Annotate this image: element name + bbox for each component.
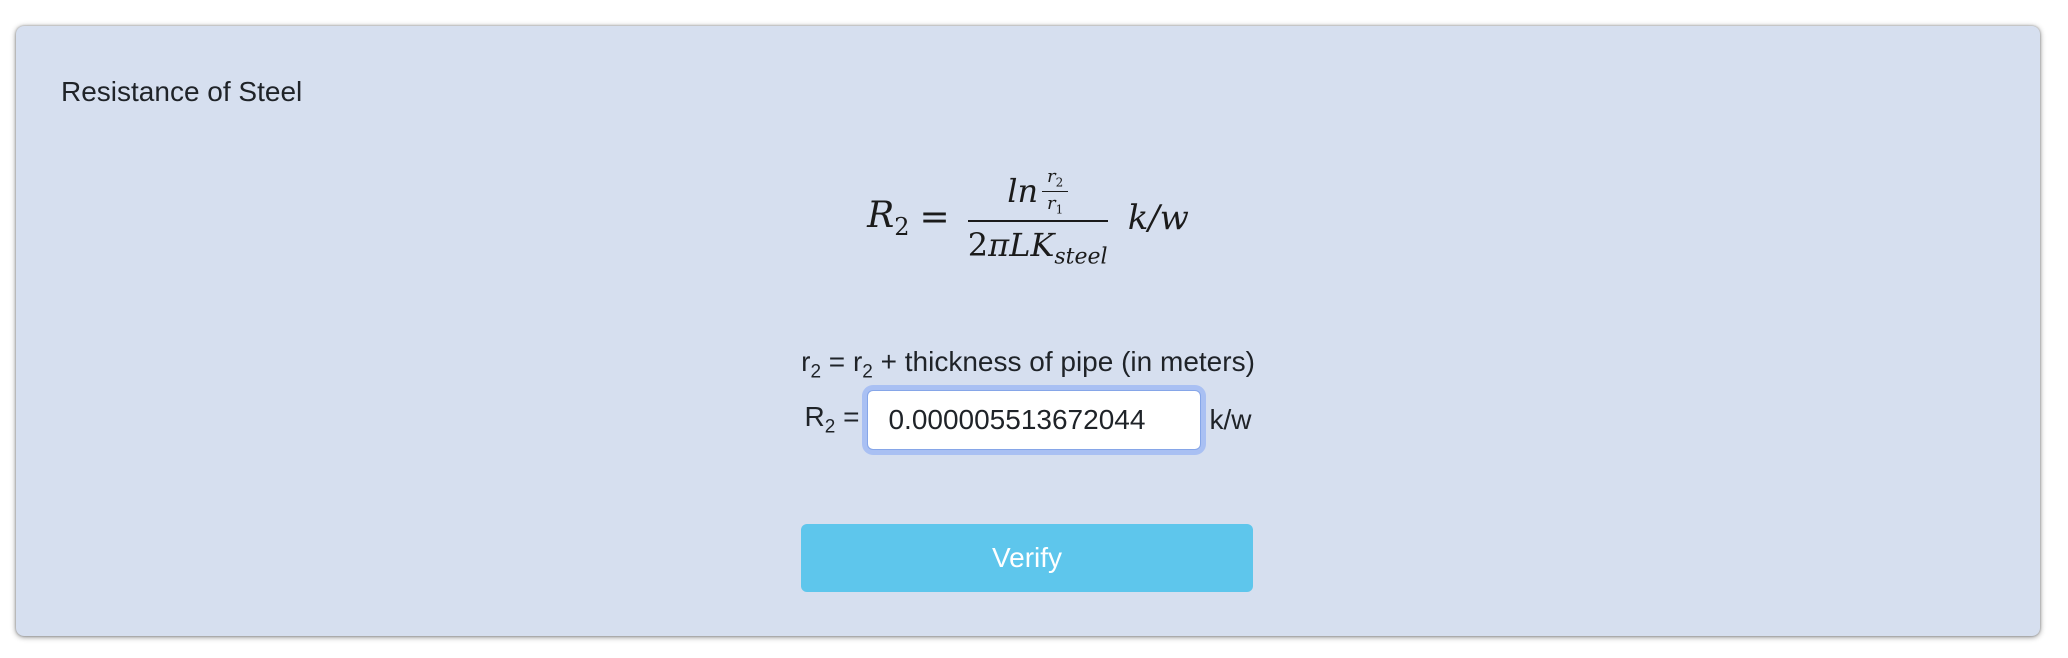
- formula-lhs: R2: [867, 195, 909, 241]
- formula-numerator: ln r2 r1: [1003, 166, 1072, 220]
- formula-ratio-bar: [1042, 190, 1069, 192]
- formula-denominator: 2πLKsteel: [968, 222, 1108, 269]
- ratio-top-var: r: [1046, 166, 1056, 187]
- formula-equals: =: [919, 197, 950, 239]
- answer-row: R2 = k/w: [16, 390, 2040, 450]
- resistance-formula: R2 = ln r2 r1 2πLKsteel k/w: [16, 166, 2040, 270]
- formula-ratio-top: r2: [1047, 166, 1063, 190]
- radius-note: r2 = r2 + thickness of pipe (in meters): [16, 346, 2040, 384]
- formula-lhs-symbol: R: [867, 194, 895, 236]
- verify-button[interactable]: Verify: [801, 524, 1253, 592]
- formula-ln: ln: [1007, 172, 1039, 211]
- den-sub: steel: [1054, 244, 1108, 270]
- formula-fraction: ln r2 r1 2πLKsteel: [967, 166, 1108, 270]
- formula-ratio-bottom: r1: [1047, 193, 1063, 217]
- answer-label: R2 =: [805, 401, 860, 439]
- note-mid: =: [821, 346, 853, 377]
- note-right-sub: 2: [862, 361, 873, 383]
- answer-input[interactable]: [867, 390, 1202, 450]
- ratio-bottom-var: r: [1046, 192, 1056, 214]
- ratio-top-sub: 2: [1055, 175, 1064, 190]
- answer-label-var: R: [804, 401, 825, 433]
- note-rest: + thickness of pipe (in meters): [872, 346, 1255, 377]
- resistance-card: Resistance of Steel R2 = ln r2 r1 2πLKst…: [16, 26, 2040, 636]
- den-body: πLK: [988, 226, 1055, 265]
- note-left-sub: 2: [810, 361, 822, 383]
- answer-label-eq: =: [835, 401, 860, 433]
- answer-label-sub: 2: [824, 416, 836, 438]
- formula-unit: k/w: [1127, 197, 1189, 238]
- den-two: 2: [967, 226, 989, 265]
- note-right-var: r: [852, 346, 863, 377]
- answer-unit: k/w: [1209, 404, 1252, 435]
- ratio-bottom-sub: 1: [1055, 202, 1064, 217]
- card-title: Resistance of Steel: [61, 76, 303, 107]
- formula-radius-ratio: r2 r1: [1042, 166, 1069, 217]
- formula-lhs-sub: 2: [894, 212, 910, 241]
